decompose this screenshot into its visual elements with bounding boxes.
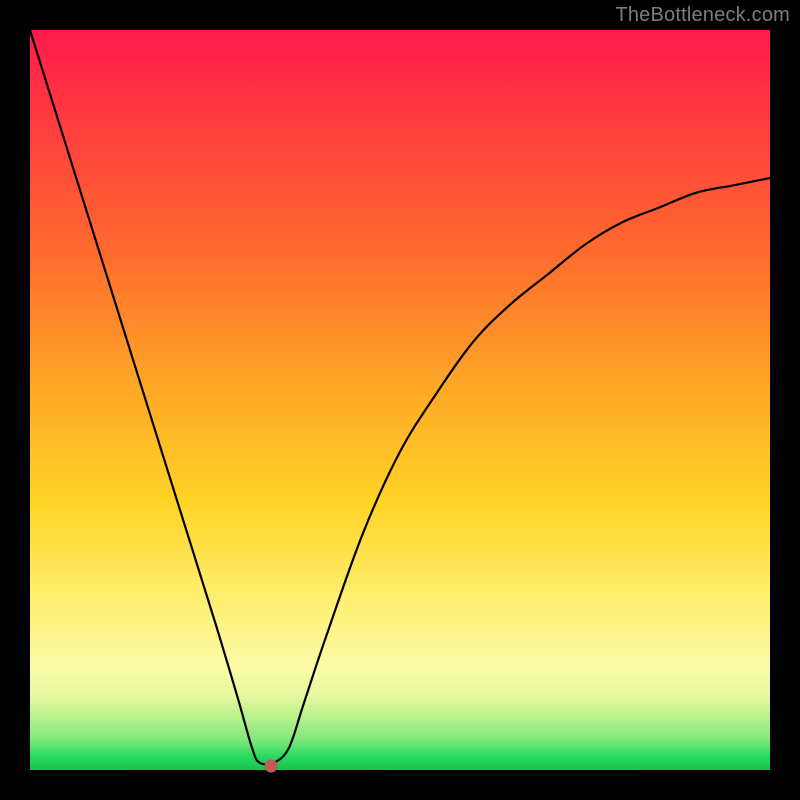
plot-area	[30, 30, 770, 770]
chart-frame: TheBottleneck.com	[0, 0, 800, 800]
bottleneck-curve	[30, 30, 770, 764]
attribution-label: TheBottleneck.com	[615, 4, 790, 27]
curve-svg	[30, 30, 770, 770]
optimum-marker-icon	[264, 760, 277, 773]
